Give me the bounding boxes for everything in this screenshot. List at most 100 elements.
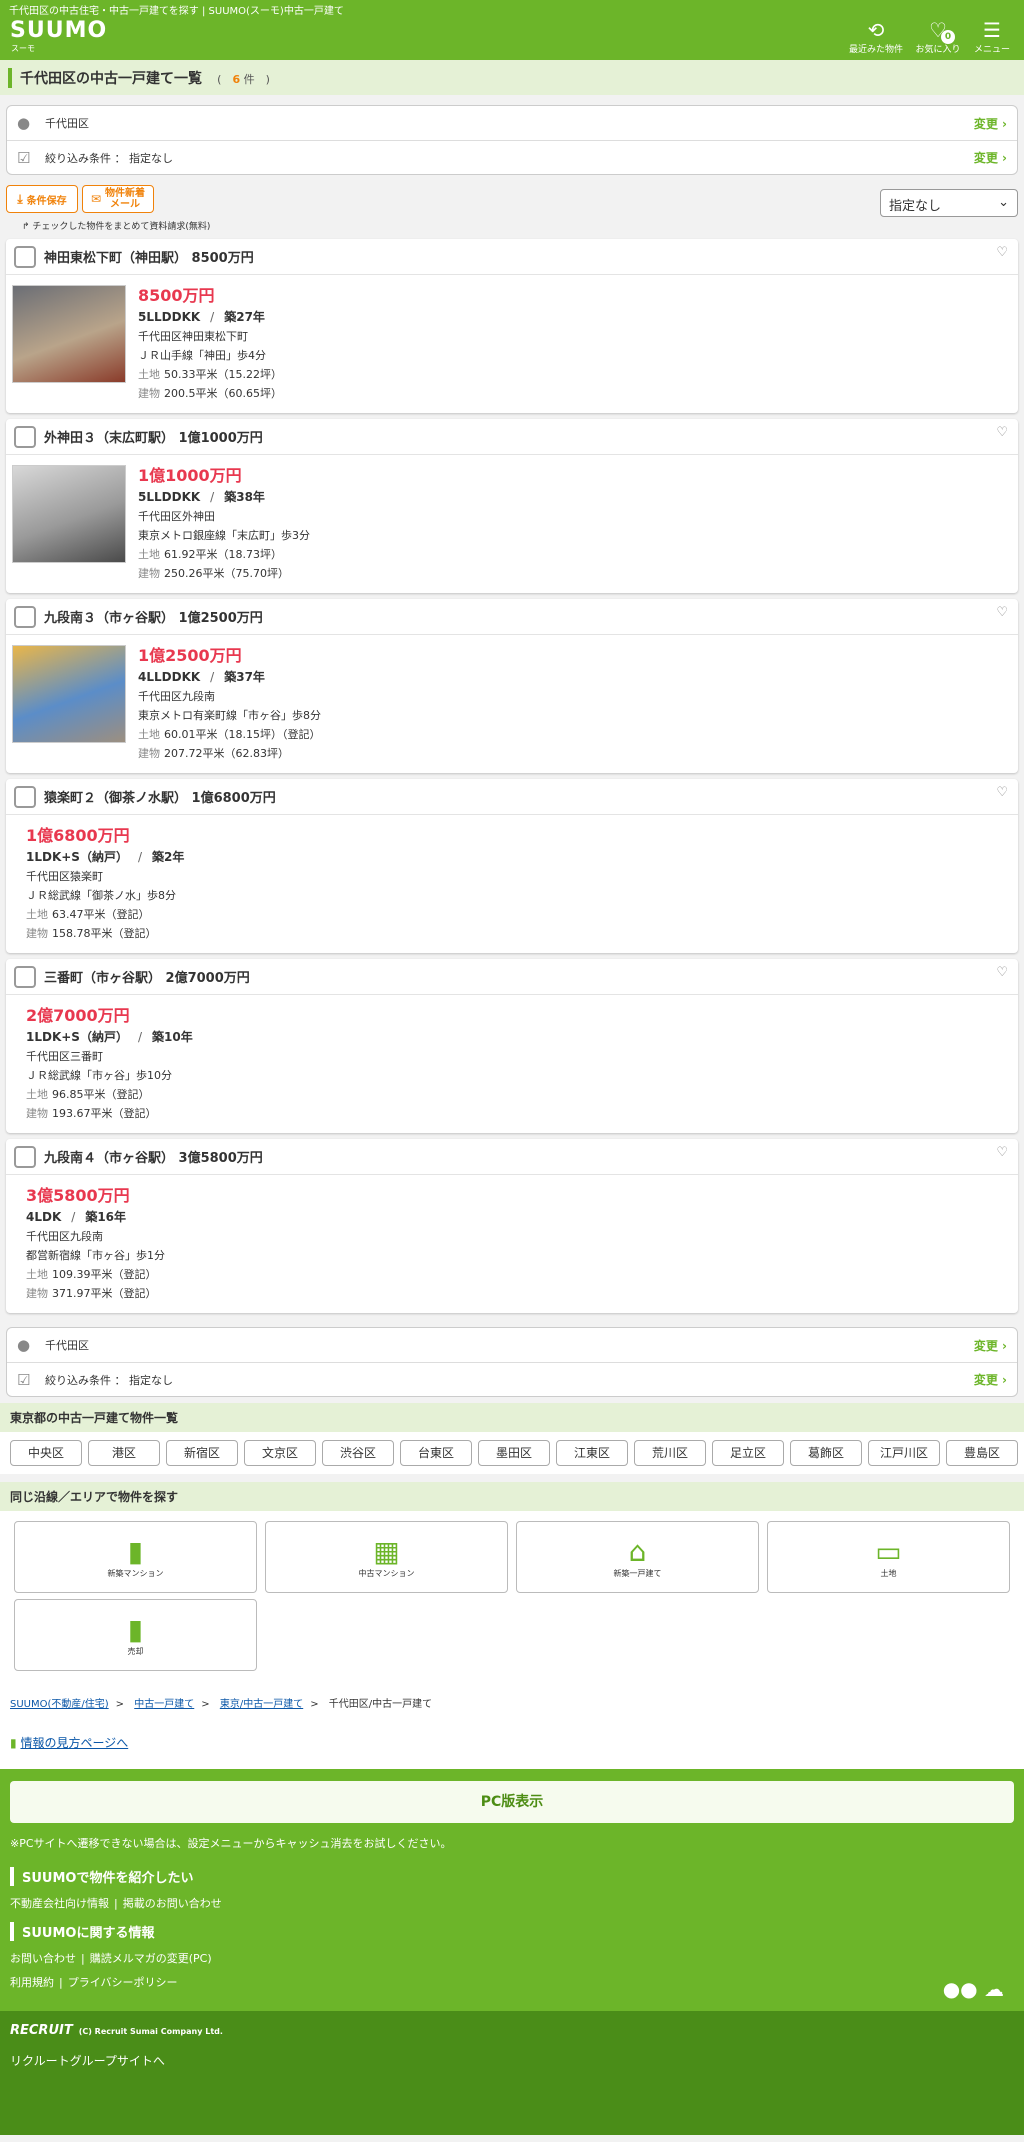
- count-unit: 件: [243, 73, 255, 86]
- listing-land-row: 土地 61.92平米（18.73坪）: [138, 545, 310, 564]
- recent-viewed-button[interactable]: ⟲ 最近みた物件: [846, 18, 906, 55]
- ward-chip[interactable]: 港区: [88, 1440, 160, 1466]
- separator: /: [210, 310, 215, 324]
- listing-card[interactable]: 九段南４（市ヶ谷駅） 3億5800万円 ♡ 3億5800万円 4LDK / 築16年 千代田…: [6, 1139, 1018, 1313]
- ward-chip[interactable]: 江東区: [556, 1440, 628, 1466]
- ward-chip[interactable]: 荒川区: [634, 1440, 706, 1466]
- ward-chip[interactable]: 墨田区: [478, 1440, 550, 1466]
- category-card[interactable]: ▭ 土地: [767, 1521, 1010, 1593]
- ward-chip[interactable]: 豊島区: [946, 1440, 1018, 1466]
- footer-link-newsletter[interactable]: 購読メルマガの変更(PC): [90, 1952, 212, 1965]
- footer-link-agent-info[interactable]: 不動産会社向け情報: [10, 1897, 109, 1910]
- ward-chip[interactable]: 文京区: [244, 1440, 316, 1466]
- footer-link-contact[interactable]: お問い合わせ: [10, 1952, 76, 1965]
- new-listing-mail-button[interactable]: ✉ 物件新着メール: [82, 185, 154, 213]
- category-card[interactable]: ⌂ 新築一戸建て: [516, 1521, 759, 1593]
- heart-icon[interactable]: ♡: [996, 1145, 1008, 1160]
- listing-checkbox[interactable]: [14, 785, 36, 808]
- listing-body: 2億7000万円 1LDK+S（納戸） / 築10年 千代田区三番町 ＪＲ総武線「市ヶ谷」…: [6, 995, 1018, 1133]
- ward-chip[interactable]: 台東区: [400, 1440, 472, 1466]
- footer-link-listing-inquiry[interactable]: 掲載のお問い合わせ: [123, 1897, 222, 1910]
- area-change-link[interactable]: 変更 ›: [974, 115, 1007, 132]
- ward-chip[interactable]: 渋谷区: [322, 1440, 394, 1466]
- area-change-label-bottom: 変更: [973, 1338, 998, 1353]
- sort-select[interactable]: 指定なし ⌄: [880, 189, 1018, 217]
- category-grid: ▮ 新築マンション ▦ 中古マンション ⌂ 新築一戸建て ▭ 土地 ▮ 売却: [0, 1511, 1024, 1681]
- heart-icon[interactable]: ♡: [996, 965, 1008, 980]
- listing-title-row[interactable]: 外神田３（末広町駅） 1億1000万円 ♡: [6, 419, 1018, 455]
- listing-title[interactable]: 外神田３（末広町駅） 1億1000万円: [44, 427, 263, 446]
- breadcrumb-link-top[interactable]: SUUMO(不動産/住宅): [10, 1699, 109, 1710]
- ward-chip[interactable]: 新宿区: [166, 1440, 238, 1466]
- category-card[interactable]: ▦ 中古マンション: [265, 1521, 508, 1593]
- search-conditions-bottom: ● 千代田区 変更 › ☑ 絞り込み条件 ： 指定なし 変更 ›: [6, 1327, 1018, 1397]
- ward-chip[interactable]: 足立区: [712, 1440, 784, 1466]
- listing-title-row[interactable]: 神田東松下町（神田駅） 8500万円 ♡: [6, 239, 1018, 275]
- category-card[interactable]: ▮ 新築マンション: [14, 1521, 257, 1593]
- copyright-text: (C) Recruit Sumai Company Ltd.: [78, 2027, 223, 2036]
- listing-layout: 4LLDDKK: [138, 670, 201, 684]
- heart-icon[interactable]: ♡: [996, 785, 1008, 800]
- listing-title[interactable]: 九段南４（市ヶ谷駅） 3億5800万円: [44, 1147, 263, 1166]
- save-condition-button[interactable]: ⤓ 条件保存: [6, 185, 78, 213]
- listing-title-row[interactable]: 九段南３（市ヶ谷駅） 1億2500万円 ♡: [6, 599, 1018, 635]
- listing-checkbox[interactable]: [14, 965, 36, 988]
- listing-checkbox[interactable]: [14, 605, 36, 628]
- listing-building-row: 建物 207.72平米（62.83坪）: [138, 744, 321, 763]
- listing-price: 3億5800万円: [26, 1186, 130, 1205]
- listing-title[interactable]: 三番町（市ヶ谷駅） 2億7000万円: [44, 967, 250, 986]
- breadcrumb-link-chuko[interactable]: 中古一戸建て: [134, 1699, 194, 1710]
- listing-land-row: 土地 50.33平米（15.22坪）: [138, 365, 282, 384]
- listing-checkbox[interactable]: [14, 245, 36, 268]
- listing-card[interactable]: 外神田３（末広町駅） 1億1000万円 ♡ 1億1000万円 5LLDDKK / 築38年…: [6, 419, 1018, 593]
- listing-layout-row: 5LLDDKK / 築27年: [138, 307, 282, 327]
- area-change-label: 変更: [973, 116, 998, 131]
- listing-layout-row: 4LLDDKK / 築37年: [138, 667, 321, 687]
- category-card[interactable]: ▮ 売却: [14, 1599, 257, 1671]
- footer-link-privacy[interactable]: プライバシーポリシー: [68, 1976, 178, 1989]
- listing-checkbox[interactable]: [14, 425, 36, 448]
- area-condition-row-bottom[interactable]: ● 千代田区 変更 ›: [7, 1328, 1017, 1362]
- listing-title-row[interactable]: 猿楽町２（御茶ノ水駅） 1億6800万円 ♡: [6, 779, 1018, 815]
- heart-icon[interactable]: ♡: [996, 245, 1008, 260]
- favorites-button[interactable]: ♡ 0 お気に入り: [908, 18, 968, 55]
- footer-link-terms[interactable]: 利用規約: [10, 1976, 54, 1989]
- same-area-heading: 同じ沿線／エリアで物件を探す: [0, 1482, 1024, 1511]
- ward-chip[interactable]: 葛飾区: [790, 1440, 862, 1466]
- listing-title[interactable]: 九段南３（市ヶ谷駅） 1億2500万円: [44, 607, 263, 626]
- pc-view-button[interactable]: PC版表示: [10, 1781, 1014, 1823]
- listing-station: ＪＲ山手線「神田」歩4分: [138, 349, 266, 362]
- listing-card[interactable]: 神田東松下町（神田駅） 8500万円 ♡ 8500万円 5LLDDKK / 築27年 千代田…: [6, 239, 1018, 413]
- building-label: 建物: [26, 1287, 48, 1300]
- listing-title[interactable]: 猿楽町２（御茶ノ水駅） 1億6800万円: [44, 787, 276, 806]
- listing-title-row[interactable]: 九段南４（市ヶ谷駅） 3億5800万円 ♡: [6, 1139, 1018, 1175]
- recruit-group-link[interactable]: リクルートグループサイトへ: [10, 2052, 1014, 2069]
- listing-photo[interactable]: [12, 645, 126, 743]
- listing-building: 158.78平米（登記）: [52, 927, 157, 940]
- filter-condition-row[interactable]: ☑ 絞り込み条件 ： 指定なし 変更 ›: [7, 140, 1017, 174]
- book-icon: ▮: [10, 1736, 17, 1750]
- area-change-link-bottom[interactable]: 変更 ›: [974, 1337, 1007, 1354]
- howto-link[interactable]: 情報の見方ページへ: [20, 1736, 128, 1750]
- listing-photo[interactable]: [12, 465, 126, 563]
- filter-condition-row-bottom[interactable]: ☑ 絞り込み条件 ： 指定なし 変更 ›: [7, 1362, 1017, 1396]
- ward-chip[interactable]: 中央区: [10, 1440, 82, 1466]
- listing-card[interactable]: 九段南３（市ヶ谷駅） 1億2500万円 ♡ 1億2500万円 4LLDDKK / 築37年…: [6, 599, 1018, 773]
- suumo-logo[interactable]: SUUMO: [10, 18, 107, 43]
- menu-button[interactable]: ☰ メニュー: [962, 18, 1022, 55]
- listing-card[interactable]: 猿楽町２（御茶ノ水駅） 1億6800万円 ♡ 1億6800万円 1LDK+S（納戸） /…: [6, 779, 1018, 953]
- heart-icon[interactable]: ♡: [996, 605, 1008, 620]
- area-condition-row[interactable]: ● 千代田区 変更 ›: [7, 106, 1017, 140]
- listing-title[interactable]: 神田東松下町（神田駅） 8500万円: [44, 247, 254, 266]
- ward-chip[interactable]: 江戸川区: [868, 1440, 940, 1466]
- listing-title-row[interactable]: 三番町（市ヶ谷駅） 2億7000万円 ♡: [6, 959, 1018, 995]
- heart-icon[interactable]: ♡: [996, 425, 1008, 440]
- listing-land: 61.92平米（18.73坪）: [164, 548, 282, 561]
- breadcrumb-link-tokyo[interactable]: 東京/中古一戸建て: [220, 1699, 303, 1710]
- filter-change-link[interactable]: 変更 ›: [974, 149, 1007, 166]
- listing-age: 築10年: [152, 1030, 193, 1044]
- filter-change-link-bottom[interactable]: 変更 ›: [974, 1371, 1007, 1388]
- listing-photo[interactable]: [12, 285, 126, 383]
- listing-checkbox[interactable]: [14, 1145, 36, 1168]
- listing-card[interactable]: 三番町（市ヶ谷駅） 2億7000万円 ♡ 2億7000万円 1LDK+S（納戸） / 築1…: [6, 959, 1018, 1133]
